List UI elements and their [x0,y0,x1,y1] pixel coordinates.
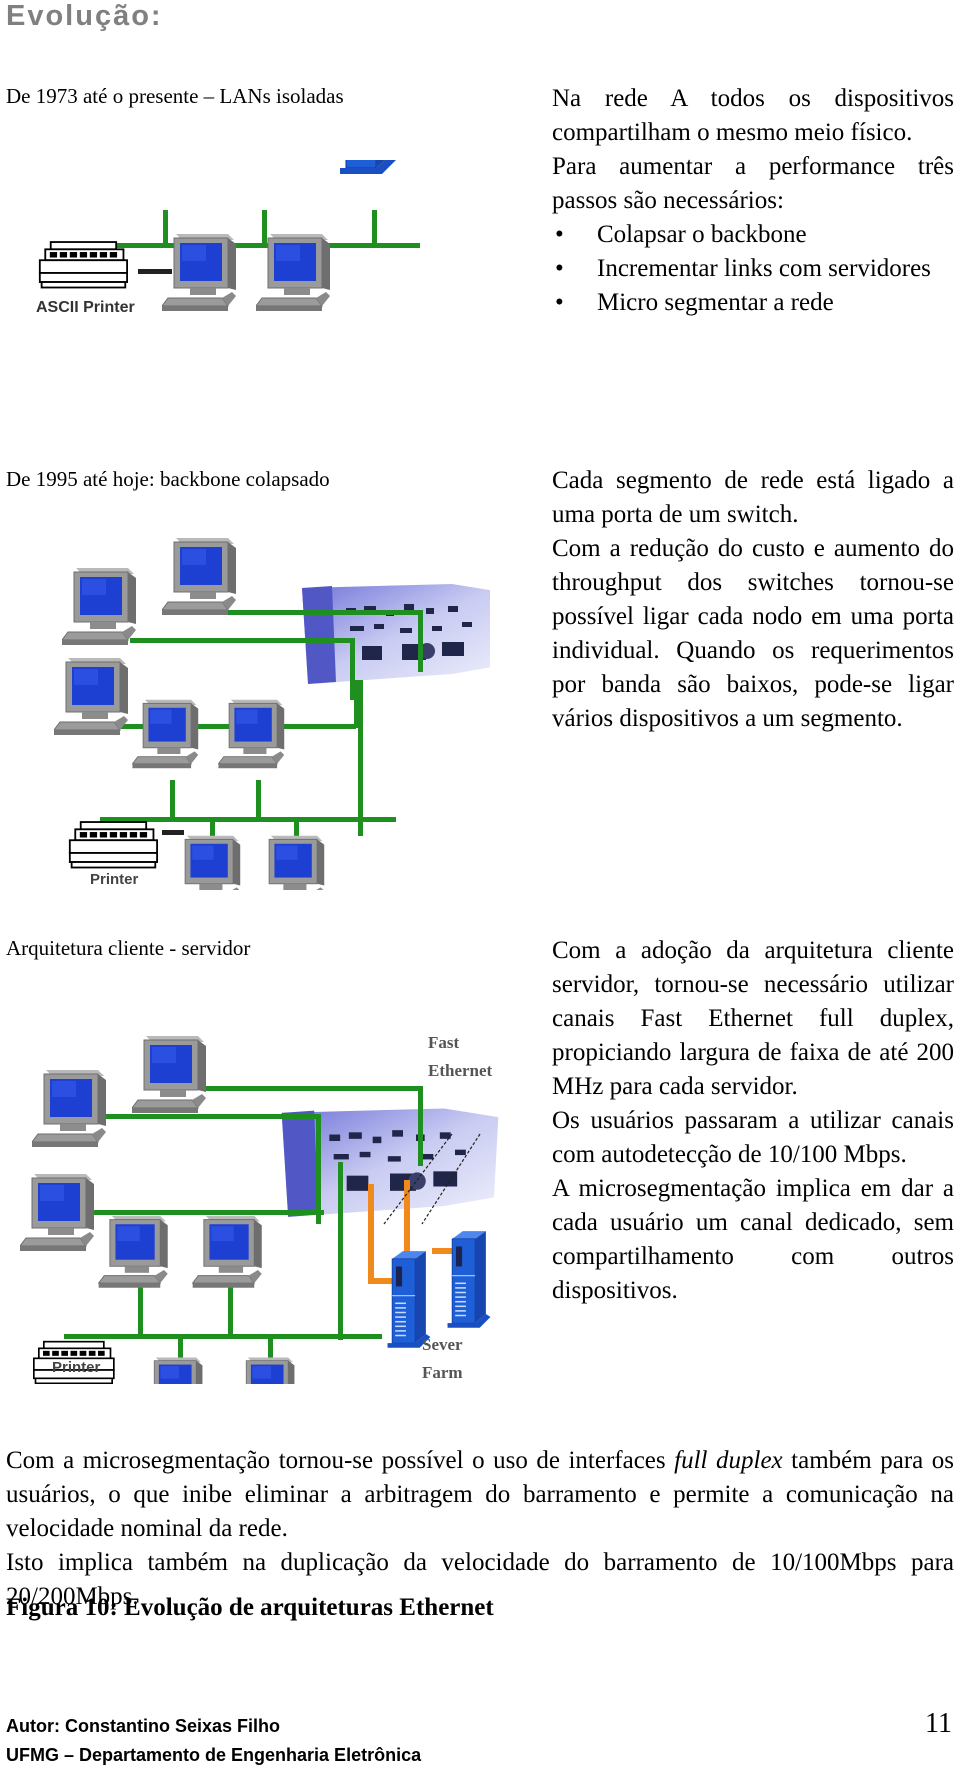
server-icon [339,160,397,175]
workstation-icon [144,1357,203,1384]
list-item: • Colapsar o backbone [552,218,954,252]
workstation-icon [258,835,325,890]
workstation-icon [20,1173,95,1252]
printer-label: ASCII Printer [36,299,135,316]
workstation-icon [192,1215,263,1289]
workstation-icon [218,699,285,769]
section-3-caption: Arquitetura cliente - servidor [6,936,251,960]
section-2-text: Cada segmento de rede está ligado a uma … [552,464,954,736]
printer-label: Printer [90,871,139,888]
bullet-icon: • [555,289,564,316]
section-3-text: Com a adoção da arquitetura cliente serv… [552,934,954,1308]
paragraph: Com a adoção da arquitetura cliente serv… [552,937,954,1100]
paragraph: Cada segmento de rede está ligado a uma … [552,467,954,528]
server-farm-label: Farm [422,1363,463,1382]
bullet-icon: • [555,221,564,248]
workstation-icon [132,699,199,769]
server-icon [386,1250,432,1349]
paragraph: Na rede A todos os dispositivos comparti… [552,85,954,146]
workstation-icon [62,567,137,646]
steps-list: • Colapsar o backbone • Incrementar links … [552,218,954,320]
footer-author: Autor: Constantino Seixas Filho [6,1716,281,1736]
bullet-icon: • [555,255,564,282]
figure-label: Figura 10 [6,1594,110,1621]
list-item: • Incrementar links com servidores [552,252,954,286]
workstation-icon [132,1035,207,1114]
body-text: Com a microsegmentação tornou-se possíve… [6,1444,954,1614]
paragraph: Com a redução do custo e aumento do thro… [552,535,954,732]
diagram-collapsed-backbone: Printer [50,530,490,890]
server-farm-label: Sever [422,1335,463,1354]
printer-icon [68,821,159,869]
printer-label: Printer [52,1359,101,1376]
workstation-icon [32,1069,107,1148]
section-2-caption: De 1995 até hoje: backbone colapsado [6,467,330,491]
diagram-isolated-lan: ASCII Printer [36,160,456,430]
printer-icon [38,241,129,289]
list-item: • Micro segmentar a rede [552,286,954,320]
fast-ethernet-label: Ethernet [428,1061,493,1080]
bus-segment [80,210,420,278]
switch-icon [281,1108,499,1217]
paragraph: Com a microsegmentação tornou-se possíve… [6,1447,954,1542]
workstation-icon [54,657,129,736]
section-1-caption: De 1973 até o presente – LANs isoladas [6,84,344,108]
footer-department: UFMG – Departamento de Engenharia Eletrô… [6,1745,422,1765]
figure-caption: Figura 10: Evolução de arquiteturas Ethe… [6,1594,494,1621]
figure-title: Evolução de arquiteturas Ethernet [124,1594,494,1621]
paragraph: A microsegmentação implica em dar a cada… [552,1175,954,1304]
paragraph: Para aumentar a performance três passos … [552,153,954,214]
workstation-icon [162,537,237,616]
fast-ethernet-label: Fast [428,1033,460,1052]
workstation-icon [236,1357,295,1384]
server-icon [446,1230,492,1329]
workstation-icon [98,1215,169,1289]
page-title: Evolução: [6,0,163,32]
diagram-client-server: Printer Fast Ethernet Sever Farm [12,984,512,1384]
workstation-icon [174,835,241,890]
section-1-text: Na rede A todos os dispositivos comparti… [552,82,954,320]
paragraph: Os usuários passaram a utilizar canais c… [552,1107,954,1168]
page-number: 11 [925,1708,952,1739]
emphasis: full duplex [674,1447,783,1474]
switch-icon [302,584,490,684]
